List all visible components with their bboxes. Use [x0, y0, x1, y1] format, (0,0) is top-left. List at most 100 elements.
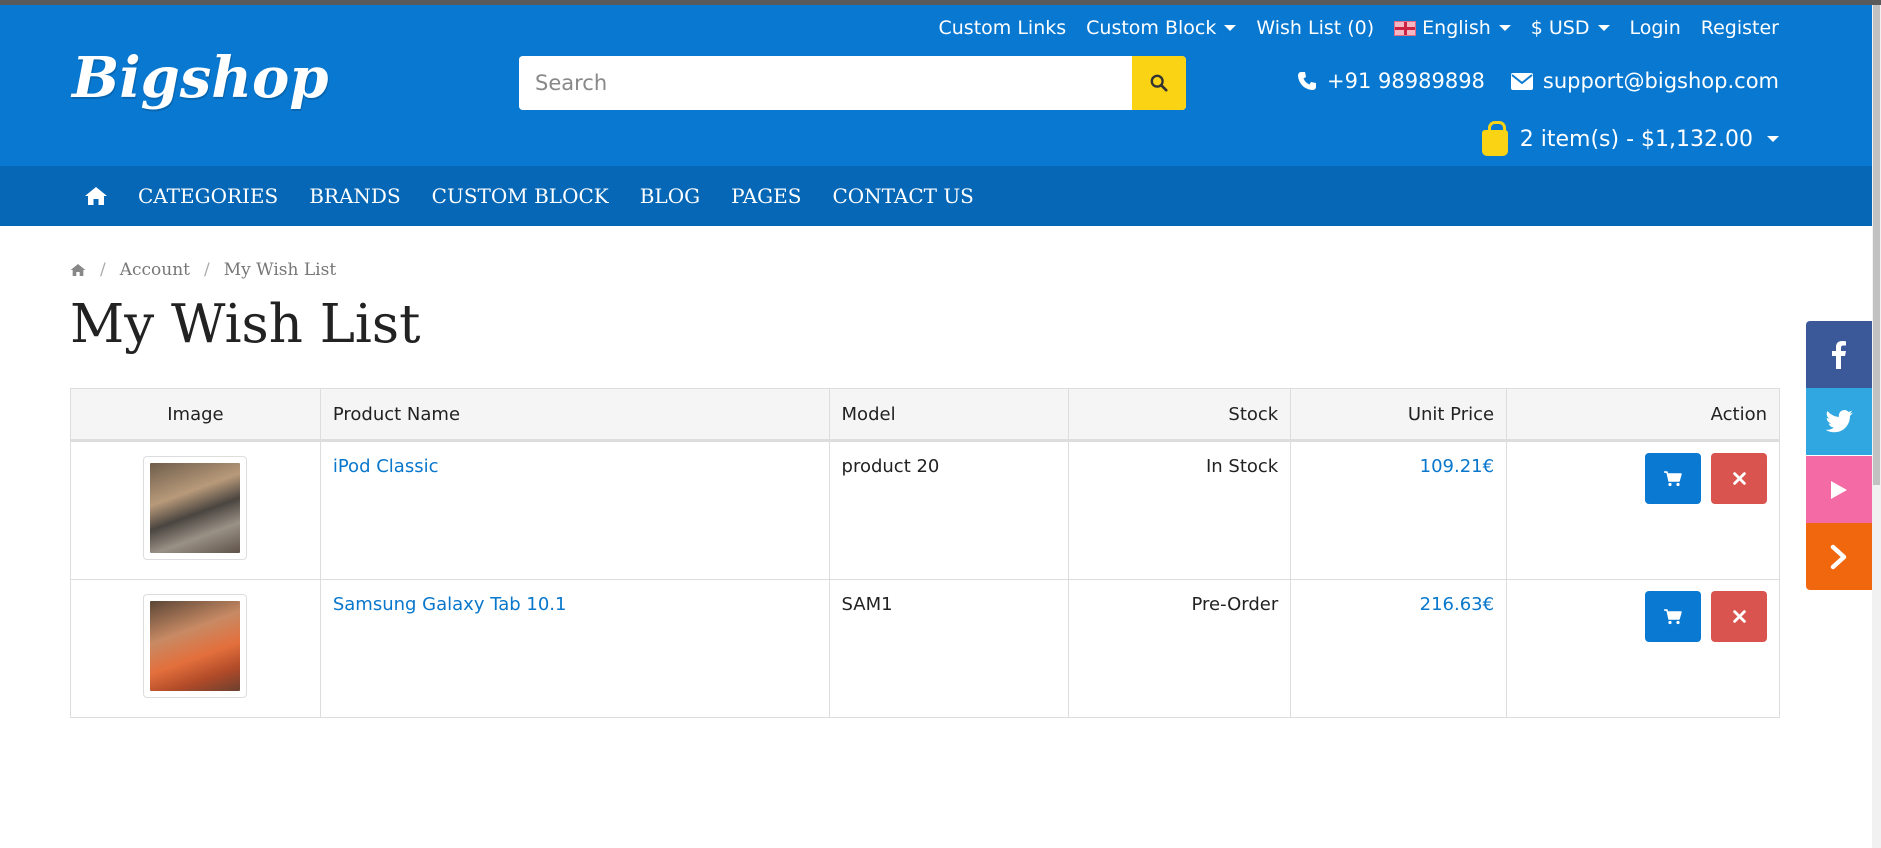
page-title: My Wish List [70, 294, 421, 355]
main-nav: CATEGORIES BRANDS CUSTOM BLOCK BLOG PAGE… [0, 166, 1872, 226]
twitter-icon [1825, 410, 1853, 433]
custom-links-link[interactable]: Custom Links [939, 17, 1067, 39]
breadcrumb-separator: / [204, 260, 210, 280]
home-icon [85, 187, 107, 205]
page-scrollbar[interactable] [1872, 5, 1881, 848]
facebook-icon [1832, 340, 1846, 369]
language-dropdown[interactable]: English [1394, 17, 1511, 39]
product-model: product 20 [828, 440, 1070, 580]
breadcrumb-separator: / [100, 260, 106, 280]
nav-custom-block[interactable]: CUSTOM BLOCK [432, 184, 609, 208]
breadcrumb-my-wish-list[interactable]: My Wish List [224, 260, 336, 280]
language-label: English [1422, 17, 1491, 39]
email-contact[interactable]: support@bigshop.com [1510, 69, 1779, 93]
product-name-link[interactable]: iPod Classic [333, 456, 439, 477]
search-input[interactable] [519, 56, 1132, 110]
phone-contact: +91 98989898 [1297, 69, 1485, 93]
nav-brands[interactable]: BRANDS [309, 184, 400, 208]
cart-icon [1664, 470, 1682, 486]
close-icon [1732, 472, 1746, 485]
table-row: iPod Classic product 20 In Stock 109.21€ [70, 440, 1780, 580]
custom-block-label: Custom Block [1086, 17, 1217, 39]
caret-down-icon [1767, 136, 1779, 142]
top-links: Custom Links Custom Block Wish List (0) … [939, 17, 1780, 39]
chevron-right-icon [1830, 544, 1847, 569]
cart-dropdown[interactable]: 2 item(s) - $1,132.00 [1481, 121, 1779, 156]
product-price: 109.21€ [1419, 456, 1495, 477]
nav-blog[interactable]: BLOG [640, 184, 700, 208]
column-header-action: Action [1506, 388, 1780, 442]
register-label: Register [1700, 17, 1779, 39]
custom-links-label: Custom Links [938, 17, 1067, 39]
product-price-cell: 109.21€ [1290, 440, 1508, 580]
wish-list-link[interactable]: Wish List (0) [1256, 17, 1374, 39]
caret-down-icon [1498, 25, 1511, 31]
site-logo[interactable]: Bigshop [72, 45, 329, 111]
product-thumbnail[interactable] [143, 456, 248, 560]
nav-contact-us[interactable]: CONTACT US [832, 184, 973, 208]
phone-number: +91 98989898 [1327, 69, 1485, 93]
breadcrumb: / Account / My Wish List [70, 260, 336, 280]
remove-button[interactable] [1711, 453, 1767, 504]
product-photo [150, 601, 241, 691]
product-price: 216.63€ [1419, 594, 1495, 615]
nav-pages[interactable]: PAGES [731, 184, 801, 208]
column-header-model: Model [828, 388, 1070, 442]
register-link[interactable]: Register [1701, 17, 1779, 39]
caret-down-icon [1224, 25, 1237, 31]
product-name-cell: Samsung Galaxy Tab 10.1 [319, 579, 830, 718]
login-link[interactable]: Login [1630, 17, 1681, 39]
product-name-link[interactable]: Samsung Galaxy Tab 10.1 [333, 594, 567, 615]
custom-block-dropdown[interactable]: Custom Block [1086, 17, 1237, 39]
column-header-product-name: Product Name [319, 388, 830, 442]
wishlist-table: Image Product Name Model Stock Unit Pric… [70, 388, 1780, 718]
product-action-cell [1506, 440, 1780, 580]
login-label: Login [1629, 17, 1681, 39]
product-price-cell: 216.63€ [1290, 579, 1508, 718]
product-action-cell [1506, 579, 1780, 718]
product-thumbnail[interactable] [143, 594, 248, 698]
table-header-row: Image Product Name Model Stock Unit Pric… [70, 388, 1780, 442]
search-button[interactable] [1132, 56, 1186, 110]
add-to-cart-button[interactable] [1645, 453, 1701, 504]
caret-down-icon [1597, 25, 1610, 31]
facebook-button[interactable] [1806, 321, 1872, 388]
close-icon [1732, 610, 1746, 623]
search-icon [1150, 74, 1168, 92]
phone-icon [1298, 72, 1317, 90]
product-model: SAM1 [828, 579, 1070, 718]
add-to-cart-button[interactable] [1645, 591, 1701, 642]
scrollbar-thumb[interactable] [1873, 5, 1880, 485]
youtube-button[interactable] [1806, 456, 1872, 523]
product-name-cell: iPod Classic [319, 440, 830, 580]
envelope-icon [1510, 72, 1533, 90]
nav-categories[interactable]: CATEGORIES [138, 184, 278, 208]
cart-summary: 2 item(s) - $1,132.00 [1519, 126, 1753, 152]
search-bar [519, 56, 1186, 110]
table-row: Samsung Galaxy Tab 10.1 SAM1 Pre-Order 2… [70, 579, 1780, 718]
product-stock: In Stock [1068, 440, 1292, 580]
breadcrumb-account[interactable]: Account [120, 260, 190, 280]
currency-dropdown[interactable]: $ USD [1531, 17, 1610, 39]
uk-flag-icon [1394, 20, 1417, 36]
column-header-stock: Stock [1068, 388, 1292, 442]
remove-button[interactable] [1711, 591, 1767, 642]
more-social-button[interactable] [1806, 523, 1872, 590]
column-header-image: Image [70, 388, 321, 442]
play-icon [1831, 480, 1847, 499]
product-image-cell [70, 440, 321, 580]
contact-info: +91 98989898 support@bigshop.com [1297, 69, 1779, 93]
column-header-unit-price: Unit Price [1290, 388, 1508, 442]
twitter-button[interactable] [1806, 388, 1872, 455]
product-photo [150, 463, 241, 553]
currency-label: $ USD [1530, 17, 1590, 39]
product-image-cell [70, 579, 321, 718]
product-stock: Pre-Order [1068, 579, 1292, 718]
nav-home[interactable] [84, 186, 108, 206]
shopping-bag-icon [1481, 121, 1508, 156]
wish-list-label: Wish List (0) [1256, 17, 1375, 39]
site-header: Bigshop Custom Links Custom Block Wish L… [0, 5, 1872, 166]
cart-icon [1664, 608, 1682, 624]
home-icon[interactable] [70, 263, 86, 277]
email-address: support@bigshop.com [1542, 69, 1779, 93]
